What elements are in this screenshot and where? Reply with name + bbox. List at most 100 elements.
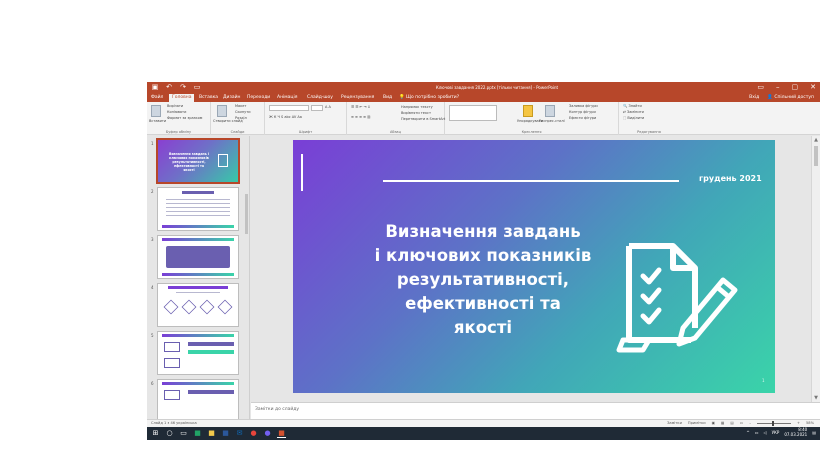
slide-date[interactable]: грудень 2021 bbox=[699, 174, 762, 183]
minimize-button[interactable]: – bbox=[776, 82, 780, 93]
slide-thumbnail-6[interactable] bbox=[157, 379, 239, 423]
system-clock[interactable]: 8:40 07.03.2021 bbox=[784, 427, 807, 437]
scroll-down-arrow-icon[interactable]: ▼ bbox=[812, 394, 820, 402]
tab-animations[interactable]: Анімація bbox=[277, 94, 297, 101]
mail-icon[interactable]: ✉ bbox=[235, 429, 244, 438]
reset-button[interactable]: Скинути bbox=[235, 110, 251, 115]
thumbnail-row[interactable]: 4 bbox=[147, 283, 249, 329]
file-explorer-icon[interactable]: ■ bbox=[207, 429, 216, 438]
replace-button[interactable]: ⇄ Замінити bbox=[623, 110, 644, 115]
close-button[interactable]: ✕ bbox=[810, 82, 816, 93]
paste-icon[interactable] bbox=[151, 105, 161, 117]
tab-home[interactable]: Головна bbox=[169, 94, 195, 102]
font-grow-shrink[interactable]: A A bbox=[325, 105, 331, 110]
tell-me-search[interactable]: 💡 Що потрібно зробити? bbox=[399, 94, 459, 101]
font-style-buttons[interactable]: Ж К Ч S abc AV Aa bbox=[269, 115, 302, 120]
powerpoint-icon[interactable]: ■ bbox=[277, 429, 286, 438]
notifications-icon[interactable]: ▤ bbox=[812, 430, 816, 435]
text-direction-button[interactable]: Напрямок тексту bbox=[401, 105, 433, 110]
scroll-up-arrow-icon[interactable]: ▲ bbox=[812, 136, 820, 144]
quick-styles-icon[interactable] bbox=[545, 105, 555, 117]
zoom-slider[interactable] bbox=[756, 421, 791, 426]
windows-start-icon[interactable]: ⊞ bbox=[151, 429, 160, 438]
slideshow-view-icon[interactable]: ▭ bbox=[740, 421, 743, 425]
save-icon[interactable]: ▣ bbox=[151, 83, 159, 92]
thumbnail-row[interactable]: 2 bbox=[147, 187, 249, 233]
ribbon-display-button[interactable]: ▭ bbox=[757, 82, 764, 93]
slide-thumbnail-3[interactable] bbox=[157, 235, 239, 279]
thumbnail-row[interactable]: 3 bbox=[147, 235, 249, 281]
list-buttons[interactable]: ☰ ☰ ⇤ ⇥ ↕ bbox=[351, 105, 371, 110]
editor-vertical-scrollbar[interactable]: ▲ ▼ bbox=[811, 136, 820, 402]
format-painter-button[interactable]: Формат за зразком bbox=[167, 116, 202, 121]
maximize-button[interactable]: ▢ bbox=[792, 82, 799, 93]
volume-icon[interactable]: ◁ bbox=[764, 430, 767, 435]
scrollbar-thumb[interactable] bbox=[245, 194, 248, 234]
chrome-icon[interactable]: ● bbox=[249, 429, 258, 438]
tab-slideshow[interactable]: Слайд-шоу bbox=[307, 94, 333, 101]
font-size-box[interactable] bbox=[311, 105, 323, 111]
excel-icon[interactable]: ■ bbox=[193, 429, 202, 438]
shape-outline-button[interactable]: Контур фігури bbox=[569, 110, 596, 115]
input-language[interactable]: УКР bbox=[772, 430, 780, 435]
reading-view-icon[interactable]: ▤ bbox=[730, 421, 733, 425]
share-button[interactable]: 👤 Спільний доступ bbox=[767, 94, 814, 101]
notes-toggle[interactable]: Замітки bbox=[667, 421, 682, 425]
slide-thumbnail-4[interactable] bbox=[157, 283, 239, 327]
checklist-icon bbox=[218, 154, 228, 167]
shapes-gallery[interactable] bbox=[449, 105, 497, 121]
word-icon[interactable]: ■ bbox=[221, 429, 230, 438]
align-text-button[interactable]: Вирівняти текст bbox=[401, 111, 431, 116]
network-icon[interactable]: ▭ bbox=[755, 430, 759, 435]
zoom-in-icon[interactable]: + bbox=[797, 421, 800, 425]
thumbnail-scrollbar[interactable] bbox=[244, 192, 249, 428]
tab-review[interactable]: Рецензування bbox=[341, 94, 374, 101]
tab-insert[interactable]: Вставка bbox=[199, 94, 218, 101]
task-view-icon[interactable]: ▭ bbox=[179, 429, 188, 438]
notes-pane[interactable]: Замітки до слайду bbox=[251, 402, 820, 419]
search-icon[interactable]: ○ bbox=[165, 429, 174, 438]
slide-thumbnail-1[interactable]: Визначення завдань і ключових показників… bbox=[156, 138, 240, 184]
slide-thumbnail-5[interactable] bbox=[157, 331, 239, 375]
smartart-button[interactable]: Перетворити в SmartArt bbox=[401, 117, 445, 122]
tray-chevron-icon[interactable]: ^ bbox=[746, 430, 749, 435]
hexagon-shape bbox=[217, 299, 233, 315]
new-slide-icon[interactable] bbox=[217, 105, 227, 117]
thumbnail-number: 2 bbox=[151, 189, 154, 194]
slide-title[interactable]: Визначення завдань і ключових показників… bbox=[333, 220, 633, 340]
normal-view-icon[interactable]: ▣ bbox=[712, 421, 715, 425]
zoom-level[interactable]: 58% bbox=[806, 421, 814, 425]
slide-thumbnail-2[interactable] bbox=[157, 187, 239, 231]
present-icon[interactable]: ▭ bbox=[193, 83, 201, 92]
tab-view[interactable]: Вид bbox=[383, 94, 392, 101]
align-buttons[interactable]: ≡ ≡ ≡ ≡ ▥ bbox=[351, 115, 371, 120]
paste-button[interactable]: Вставити bbox=[149, 119, 166, 124]
tab-design[interactable]: Дизайн bbox=[223, 94, 240, 101]
find-button[interactable]: 🔍 Знайти bbox=[623, 104, 642, 109]
thumbnail-row[interactable]: 5 bbox=[147, 331, 249, 377]
zoom-out-icon[interactable]: – bbox=[749, 421, 751, 425]
tab-transitions[interactable]: Переходи bbox=[247, 94, 270, 101]
cut-button[interactable]: Вирізати bbox=[167, 104, 183, 109]
shape-effects-button[interactable]: Ефекти фігури bbox=[569, 116, 596, 121]
quick-styles-button[interactable]: Експрес-стилі bbox=[539, 119, 565, 124]
thumbnail-text-line bbox=[166, 211, 230, 212]
undo-icon[interactable]: ↶ bbox=[165, 83, 173, 92]
signin-link[interactable]: Вхід bbox=[749, 94, 759, 101]
select-button[interactable]: ⬚ Виділити bbox=[623, 116, 644, 121]
redo-icon[interactable]: ↷ bbox=[179, 83, 187, 92]
viber-icon[interactable]: ● bbox=[263, 429, 272, 438]
scrollbar-thumb[interactable] bbox=[814, 146, 818, 166]
section-button[interactable]: Розділ bbox=[235, 116, 247, 121]
checklist-pencil-icon[interactable] bbox=[613, 232, 743, 360]
arrange-icon[interactable] bbox=[523, 105, 533, 117]
layout-button[interactable]: Макет bbox=[235, 104, 246, 109]
font-name-box[interactable] bbox=[269, 105, 309, 111]
copy-button[interactable]: Копіювати bbox=[167, 110, 186, 115]
current-slide[interactable]: грудень 2021 Визначення завдань і ключов… bbox=[293, 140, 775, 393]
slide-sorter-icon[interactable]: ▦ bbox=[721, 421, 724, 425]
shape-fill-button[interactable]: Заливка фігури bbox=[569, 104, 598, 109]
comments-toggle[interactable]: Примітки bbox=[688, 421, 706, 425]
thumbnail-row[interactable]: 1 Визначення завдань і ключових показник… bbox=[147, 138, 249, 185]
tab-file[interactable]: Файл bbox=[151, 94, 163, 101]
